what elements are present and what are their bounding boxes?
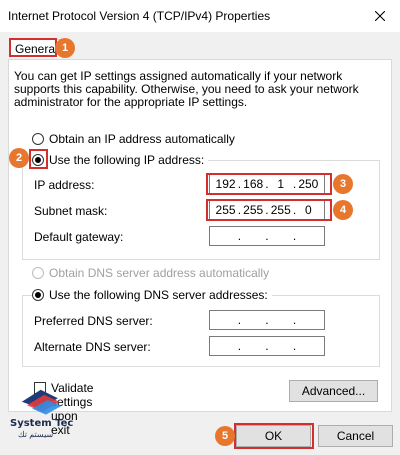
radio-obtain-dns-auto[interactable]: Obtain DNS server address automatically	[32, 266, 269, 280]
octet: 250	[298, 177, 319, 191]
octet: 1	[277, 177, 285, 191]
alternate-dns-input[interactable]: . . .	[209, 336, 325, 356]
preferred-dns-label: Preferred DNS server:	[34, 314, 153, 328]
title-bar: Internet Protocol Version 4 (TCP/IPv4) P…	[0, 0, 400, 32]
radio-icon	[32, 267, 44, 279]
octet: 255	[243, 203, 264, 217]
radio-obtain-ip-auto[interactable]: Obtain an IP address automatically	[32, 132, 235, 146]
radio-label: Obtain DNS server address automatically	[49, 266, 270, 280]
radio-icon	[32, 289, 44, 301]
octet: 255	[270, 203, 291, 217]
subnet-mask-label: Subnet mask:	[34, 204, 108, 218]
default-gateway-input[interactable]: . . .	[209, 226, 325, 246]
ip-address-label: IP address:	[34, 178, 95, 192]
radio-label: Use the following IP address:	[49, 153, 205, 167]
dns-groupbox	[22, 295, 380, 367]
radio-label: Obtain an IP address automatically	[49, 132, 235, 146]
watermark-brand: System Tec	[10, 418, 74, 429]
cancel-button[interactable]: Cancel	[318, 425, 393, 447]
step-marker-4: 4	[333, 200, 353, 220]
radio-icon	[32, 154, 44, 166]
system-tec-logo-icon	[21, 389, 62, 415]
preferred-dns-input[interactable]: . . .	[209, 310, 325, 330]
step-marker-3: 3	[333, 174, 353, 194]
ip-address-input[interactable]: 192. 168. 1. 250	[209, 174, 325, 194]
window-title: Internet Protocol Version 4 (TCP/IPv4) P…	[8, 9, 271, 23]
ok-button[interactable]: OK	[236, 425, 311, 447]
step-marker-2: 2	[9, 148, 29, 168]
close-icon	[375, 11, 385, 21]
alternate-dns-label: Alternate DNS server:	[34, 340, 151, 354]
subnet-mask-input[interactable]: 255. 255. 255. 0	[209, 200, 325, 220]
octet: 168	[243, 177, 264, 191]
default-gateway-label: Default gateway:	[34, 230, 124, 244]
watermark-subtitle: سيستم تك	[18, 430, 54, 439]
advanced-button[interactable]: Advanced...	[289, 380, 378, 402]
radio-use-following-dns[interactable]: Use the following DNS server addresses:	[32, 288, 272, 302]
radio-label: Use the following DNS server addresses:	[49, 288, 268, 302]
octet: 255	[215, 203, 236, 217]
octet: 0	[305, 203, 312, 217]
radio-icon	[32, 133, 44, 145]
step-marker-5: 5	[215, 426, 235, 446]
intro-text: You can get IP settings assigned automat…	[14, 69, 359, 109]
step-marker-1: 1	[55, 38, 75, 58]
radio-use-following-ip[interactable]: Use the following IP address:	[32, 153, 209, 167]
octet: 192	[215, 177, 236, 191]
close-button[interactable]	[360, 0, 400, 32]
